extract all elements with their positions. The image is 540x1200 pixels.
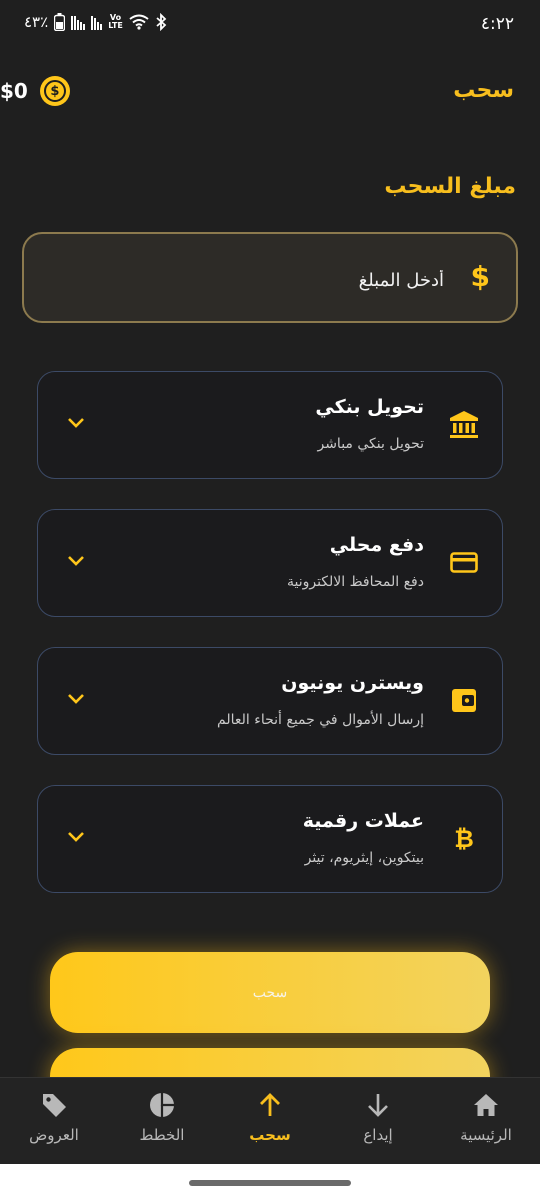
nav-item-deposit[interactable]: إيداع — [324, 1090, 432, 1144]
method-western-union[interactable]: ويسترن يونيون إرسال الأموال في جميع أنحا… — [37, 647, 503, 755]
method-local-payment[interactable]: دفع محلي دفع المحافظ الالكترونية — [37, 509, 503, 617]
method-title: تحويل بنكي — [315, 396, 424, 418]
home-icon — [474, 1094, 498, 1116]
battery-icon — [54, 13, 66, 31]
nav-item-home[interactable]: الرئيسية — [432, 1090, 540, 1144]
system-navigation-bar — [0, 1164, 540, 1200]
bottom-nav: الرئيسية إيداع سحب الخطط العروض — [0, 1077, 540, 1165]
arrow-down-icon — [368, 1094, 388, 1117]
nav-label: سحب — [249, 1126, 291, 1144]
amount-input[interactable] — [62, 262, 446, 298]
method-bank-transfer[interactable]: تحويل بنكي تحويل بنكي مباشر — [37, 371, 503, 479]
page-title: سحب — [453, 78, 514, 103]
bank-icon — [450, 411, 478, 438]
wifi-icon — [129, 14, 149, 30]
balance-amount: $0 — [0, 79, 28, 103]
method-title: دفع محلي — [329, 534, 424, 556]
method-title: عملات رقمية — [302, 810, 424, 832]
status-icons: ٤٣٪ Vo LTE — [24, 13, 167, 31]
app-header: $0 $ سحب — [0, 70, 540, 114]
volte-icon: Vo LTE — [108, 13, 123, 30]
withdraw-methods: تحويل بنكي تحويل بنكي مباشر دفع محلي دفع… — [37, 371, 503, 923]
method-subtitle: إرسال الأموال في جميع أنحاء العالم — [217, 712, 424, 728]
chevron-down-icon[interactable] — [66, 830, 86, 844]
nav-item-plans[interactable]: الخطط — [108, 1090, 216, 1144]
pie-chart-icon — [150, 1093, 174, 1117]
bitcoin-icon: ₿ — [454, 825, 474, 853]
chevron-down-icon[interactable] — [66, 692, 86, 706]
status-bar: ٤٣٪ Vo LTE ٤:٢٢ — [0, 0, 540, 50]
battery-percent: ٤٣٪ — [24, 13, 49, 31]
method-title: ويسترن يونيون — [281, 672, 424, 694]
credit-card-icon — [450, 552, 478, 573]
balance-display[interactable]: $0 $ — [0, 76, 70, 106]
dollar-icon: $ — [470, 260, 490, 293]
bluetooth-icon — [156, 13, 167, 31]
amount-section-title: مبلغ السحب — [384, 174, 516, 199]
withdraw-button[interactable]: سحب — [50, 952, 490, 1033]
method-subtitle: بيتكوين، إيثريوم، تيثر — [304, 850, 424, 866]
nav-label: الرئيسية — [460, 1126, 512, 1144]
nav-label: إيداع — [363, 1126, 393, 1144]
nav-item-withdraw[interactable]: سحب — [216, 1090, 324, 1144]
status-time: ٤:٢٢ — [480, 14, 514, 34]
dollar-coin-icon: $ — [39, 76, 70, 106]
home-indicator[interactable] — [189, 1180, 351, 1186]
svg-text:₿: ₿ — [454, 825, 474, 853]
wallet-icon — [452, 689, 476, 712]
chevron-down-icon[interactable] — [66, 554, 86, 568]
arrow-up-icon — [260, 1093, 280, 1116]
method-crypto[interactable]: ₿ عملات رقمية بيتكوين، إيثريوم، تيثر — [37, 785, 503, 893]
nav-label: الخطط — [139, 1126, 185, 1144]
nav-item-offers[interactable]: العروض — [0, 1090, 108, 1144]
method-subtitle: تحويل بنكي مباشر — [317, 436, 424, 452]
signal-2-icon — [91, 14, 103, 30]
tag-icon — [43, 1094, 66, 1117]
signal-icon — [71, 14, 86, 30]
method-subtitle: دفع المحافظ الالكترونية — [286, 574, 424, 590]
nav-label: العروض — [29, 1126, 79, 1144]
amount-field[interactable]: $ — [22, 232, 518, 323]
chevron-down-icon[interactable] — [66, 416, 86, 430]
